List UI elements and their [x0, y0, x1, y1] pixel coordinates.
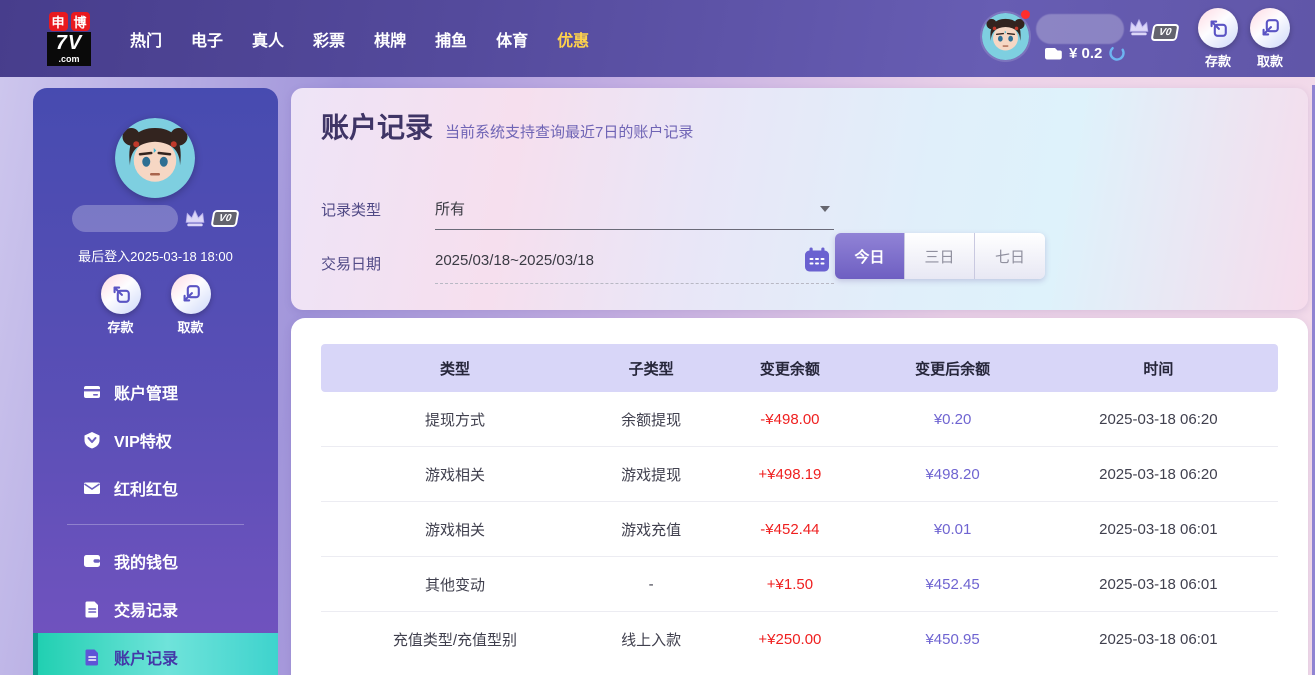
deposit-icon — [110, 283, 132, 305]
sidebar-item-account-records[interactable]: 账户记录 — [33, 633, 278, 675]
date-range-label: 交易日期 — [321, 256, 382, 273]
sidebar-menu: 账户管理 VIP特权 红利红包 我的钱包 交易记录 账户记录 — [33, 368, 278, 675]
sidebar-item-transaction-records[interactable]: 交易记录 — [33, 585, 278, 633]
nav-promotions[interactable]: 优惠 — [557, 27, 589, 51]
col-change: 变更余额 — [759, 360, 820, 378]
withdraw-icon — [1259, 17, 1281, 39]
col-type: 类型 — [439, 360, 470, 378]
document-icon — [83, 600, 101, 618]
page-subtitle: 当前系统支持查询最近7日的账户记录 — [445, 124, 694, 141]
account-records-page: 申 博 7V .com 热门 电子 真人 彩票 棋牌 捕鱼 体育 优惠 V0 ¥… — [0, 0, 1315, 675]
main-nav: 热门 电子 真人 彩票 棋牌 捕鱼 体育 优惠 — [130, 27, 589, 51]
nav-cards[interactable]: 棋牌 — [374, 27, 406, 51]
col-time: 时间 — [1143, 360, 1174, 378]
logo-char-1: 申 — [48, 11, 68, 31]
wallet-icon — [1044, 46, 1063, 61]
date-range-value: 2025/03/18~2025/03/18 — [435, 251, 594, 269]
sidebar-item-vip[interactable]: VIP特权 — [33, 416, 278, 464]
crown-icon — [184, 209, 206, 228]
avatar[interactable] — [115, 118, 195, 198]
record-type-select[interactable]: 所有 — [435, 198, 834, 230]
calendar-icon[interactable] — [804, 247, 830, 273]
nav-slots[interactable]: 电子 — [191, 27, 223, 51]
username-blurred — [1036, 14, 1124, 44]
envelope-icon — [83, 479, 101, 497]
sidebar-item-wallet[interactable]: 我的钱包 — [33, 537, 278, 585]
withdraw-button[interactable]: 取款 — [1246, 8, 1294, 70]
date-range-picker[interactable]: 2025/03/18~2025/03/18 — [435, 247, 834, 284]
site-logo[interactable]: 申 博 7V .com — [38, 11, 100, 66]
vip-shield-icon — [83, 431, 101, 449]
col-after-balance: 变更后余额 — [915, 360, 991, 378]
sidebar: V0 最后登入2025-03-18 18:00 存款 取款 账户管理 VIP特权… — [33, 88, 278, 675]
crown-icon — [1128, 18, 1150, 37]
table-row: 充值类型/充值型别 线上入款 +¥250.00 ¥450.95 2025-03-… — [392, 631, 1218, 649]
table-row: 游戏相关 游戏提现 +¥498.19 ¥498.20 2025-03-18 06… — [321, 447, 1278, 502]
vip-level-badge: V0 — [210, 210, 241, 227]
table-row: 其他变动 - +¥1.50 ¥452.45 2025-03-18 06:01 — [321, 557, 1278, 612]
document-icon — [83, 648, 101, 666]
topbar-user-cluster: V0 ¥ 0.2 存款 取款 — [982, 0, 1290, 77]
sidebar-item-bonus[interactable]: 红利红包 — [33, 464, 278, 512]
last-login-text: 最后登入2025-03-18 18:00 — [78, 249, 233, 264]
record-type-label: 记录类型 — [321, 202, 382, 219]
wallet-icon — [83, 552, 101, 570]
range-3days-button[interactable]: 三日 — [905, 233, 975, 279]
col-subtype: 子类型 — [628, 360, 674, 378]
avatar[interactable] — [982, 13, 1029, 60]
vip-level-badge: V0 — [1150, 24, 1180, 41]
table-row: 提现方式 余额提现 -¥498.00 ¥0.20 2025-03-18 06:2… — [321, 392, 1278, 447]
username-blurred — [72, 205, 179, 232]
logo-char-2: 博 — [70, 11, 90, 31]
deposit-icon — [1207, 17, 1229, 39]
divider — [67, 524, 244, 525]
table-header: 类型 子类型 变更余额 变更后余额 时间 — [321, 344, 1278, 392]
bank-card-icon — [83, 383, 101, 401]
record-type-value: 所有 — [435, 201, 466, 218]
chevron-down-icon — [820, 205, 830, 212]
page-title: 账户记录 — [321, 112, 434, 143]
balance-amount: ¥ 0.2 — [1069, 44, 1103, 62]
filter-panel: 账户记录 当前系统支持查询最近7日的账户记录 记录类型 所有 交易日期 2025… — [291, 88, 1308, 310]
range-today-button[interactable]: 今日 — [835, 233, 905, 279]
table-row: 游戏相关 游戏充值 -¥452.44 ¥0.01 2025-03-18 06:0… — [321, 502, 1278, 557]
notification-dot — [1021, 10, 1030, 19]
nav-live[interactable]: 真人 — [252, 27, 284, 51]
refresh-balance-icon[interactable] — [1108, 44, 1126, 62]
records-table-panel: 类型 子类型 变更余额 变更后余额 时间 提现方式 余额提现 -¥498.00 … — [291, 318, 1308, 675]
withdraw-icon — [180, 283, 202, 305]
topbar: 申 博 7V .com 热门 电子 真人 彩票 棋牌 捕鱼 体育 优惠 V0 ¥… — [0, 0, 1315, 77]
deposit-button[interactable]: 存款 — [1194, 8, 1242, 70]
sidebar-item-account-management[interactable]: 账户管理 — [33, 368, 278, 416]
deposit-button[interactable]: 存款 — [97, 274, 145, 336]
date-quick-ranges: 今日 三日 七日 — [835, 233, 1045, 279]
logo-domain: .com — [47, 53, 91, 66]
nav-lottery[interactable]: 彩票 — [313, 27, 345, 51]
nav-sports[interactable]: 体育 — [496, 27, 528, 51]
nav-hot[interactable]: 热门 — [130, 27, 162, 51]
logo-brand: 7V — [47, 31, 91, 54]
withdraw-button[interactable]: 取款 — [167, 274, 215, 336]
range-7days-button[interactable]: 七日 — [975, 233, 1045, 279]
nav-fishing[interactable]: 捕鱼 — [435, 27, 467, 51]
